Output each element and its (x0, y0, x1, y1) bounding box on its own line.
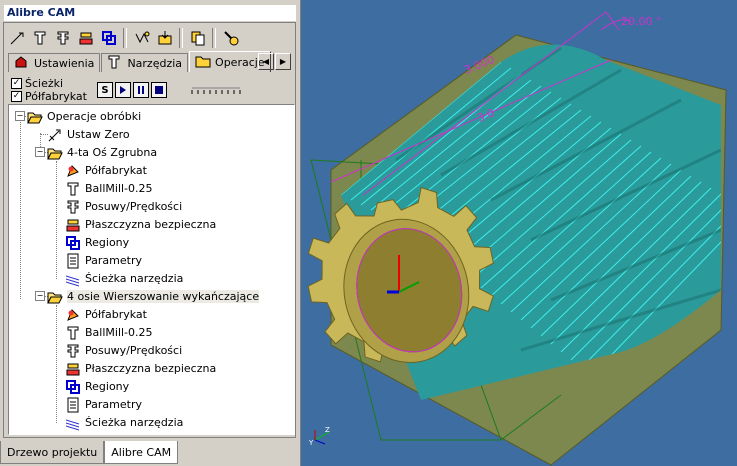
sim-step-button[interactable]: S (97, 82, 113, 98)
tree-toggle-op2[interactable]: − (35, 291, 45, 301)
tree-item-tool[interactable]: BallMill-0.25 (65, 324, 153, 341)
tab-alibre-cam[interactable]: Alibre CAM (104, 441, 179, 464)
cam-panel: Alibre CAM Ustawienia Narzędzia Operacje… (0, 0, 298, 466)
tree-item-feeds[interactable]: Posuwy/Prędkości (65, 198, 182, 215)
tree-operation-roughing[interactable]: 4-ta Oś Zgrubna (47, 144, 157, 161)
plane-icon (66, 219, 80, 231)
panel-title: Alibre CAM (4, 5, 296, 21)
tree-item-regions[interactable]: Regiony (65, 234, 129, 251)
tree-set-zero[interactable]: Ustaw Zero (47, 126, 130, 143)
tool-icon (67, 326, 79, 339)
paths-option[interactable]: ✓ Ścieżki (11, 77, 87, 90)
tree-item-safe-plane[interactable]: Płaszczyzna bezpieczna (65, 360, 216, 377)
settings-icon[interactable] (220, 28, 241, 49)
tree-item-toolpath[interactable]: Ścieżka narzędzia (65, 270, 183, 287)
stock-checkbox[interactable]: ✓ (11, 91, 22, 102)
tree-toggle-op1[interactable]: − (35, 147, 45, 157)
tab-bar: Ustawienia Narzędzia Operacje (8, 51, 272, 72)
folder-open-icon (47, 148, 63, 159)
tree-item-tool[interactable]: BallMill-0.25 (65, 180, 153, 197)
stop-icon (155, 86, 163, 94)
tree-operation-finishing[interactable]: 4 osie Wierszowanie wykańczające (47, 288, 260, 305)
display-options: ✓ Ścieżki ✓ Półfabrykat (11, 77, 87, 103)
tree-item-params[interactable]: Parametry (65, 252, 142, 269)
download-icon[interactable] (154, 28, 175, 49)
play-icon (120, 86, 126, 94)
toolpath-icon (65, 275, 80, 286)
dim-angle-label[interactable]: 20.00 ° (621, 15, 662, 28)
tree-item-toolpath[interactable]: Ścieżka narzędzia (65, 414, 183, 431)
operations-tree[interactable]: − − − Operacje obróbki Ustaw Zero 4-ta O… (8, 104, 295, 435)
tree-item-regions[interactable]: Regiony (65, 378, 129, 395)
sim-stop-button[interactable] (151, 82, 167, 98)
tree-item-stock[interactable]: Półfabrykat (65, 162, 147, 179)
pause-icon (138, 86, 144, 94)
set-zero-icon (48, 129, 61, 141)
tab-scroll: ◀ ▶ (258, 53, 291, 70)
tab-scroll-left-button[interactable]: ◀ (258, 53, 274, 70)
tab-scroll-right-button[interactable]: ▶ (275, 53, 291, 70)
folder-open-icon (27, 112, 43, 123)
feeds-icon (67, 344, 79, 357)
tree-item-feeds[interactable]: Posuwy/Prędkości (65, 342, 182, 359)
stock-icon (67, 164, 79, 177)
tool-icon[interactable] (29, 28, 50, 49)
bottom-tab-bar: Drzewo projektu Alibre CAM (0, 441, 298, 466)
plane-icon (66, 363, 80, 375)
copy-icon[interactable] (187, 28, 208, 49)
paths-checkbox[interactable]: ✓ (11, 78, 22, 89)
tree-root[interactable]: Operacje obróbki (27, 108, 141, 125)
path-icon[interactable] (131, 28, 152, 49)
plane-icon[interactable] (75, 28, 96, 49)
tool-icon (67, 182, 79, 195)
settings-red-icon (15, 56, 27, 68)
params-icon (67, 253, 79, 268)
tab-narzedzia[interactable]: Narzędzia (101, 53, 189, 72)
tree-item-params[interactable]: Parametry (65, 396, 142, 413)
feeds-icon (67, 200, 79, 213)
triad-z-label: Z (325, 426, 330, 434)
tree-toggle-root[interactable]: − (15, 111, 25, 121)
tab-ustawienia[interactable]: Ustawienia (8, 53, 101, 72)
tool-holder-icon[interactable] (52, 28, 73, 49)
toolpath-icon (65, 419, 80, 430)
params-icon (67, 397, 79, 412)
sim-play-button[interactable] (115, 82, 131, 98)
simulation-controls: S (97, 82, 167, 98)
tree-item-stock[interactable]: Półfabrykat (65, 306, 147, 323)
sim-pause-button[interactable] (133, 82, 149, 98)
toolbar (6, 26, 241, 50)
region-icon[interactable] (98, 28, 119, 49)
triad-y-label: Y (308, 439, 314, 447)
view-triad: Y Z (308, 426, 330, 447)
tab-project-tree[interactable]: Drzewo projektu (0, 441, 105, 464)
3d-viewport[interactable]: 20.00 ° 3.000 3.0 Y Z (300, 0, 737, 466)
folder-open-icon (47, 292, 63, 303)
stock-option[interactable]: ✓ Półfabrykat (11, 90, 87, 103)
stock-icon (67, 308, 79, 321)
region-icon (66, 235, 80, 250)
region-icon (66, 379, 80, 394)
line-tool-icon[interactable] (6, 28, 27, 49)
tree-item-safe-plane[interactable]: Płaszczyzna bezpieczna (65, 216, 216, 233)
tool-icon (108, 55, 120, 69)
folder-icon (195, 56, 211, 68)
speed-slider[interactable] (190, 84, 242, 96)
